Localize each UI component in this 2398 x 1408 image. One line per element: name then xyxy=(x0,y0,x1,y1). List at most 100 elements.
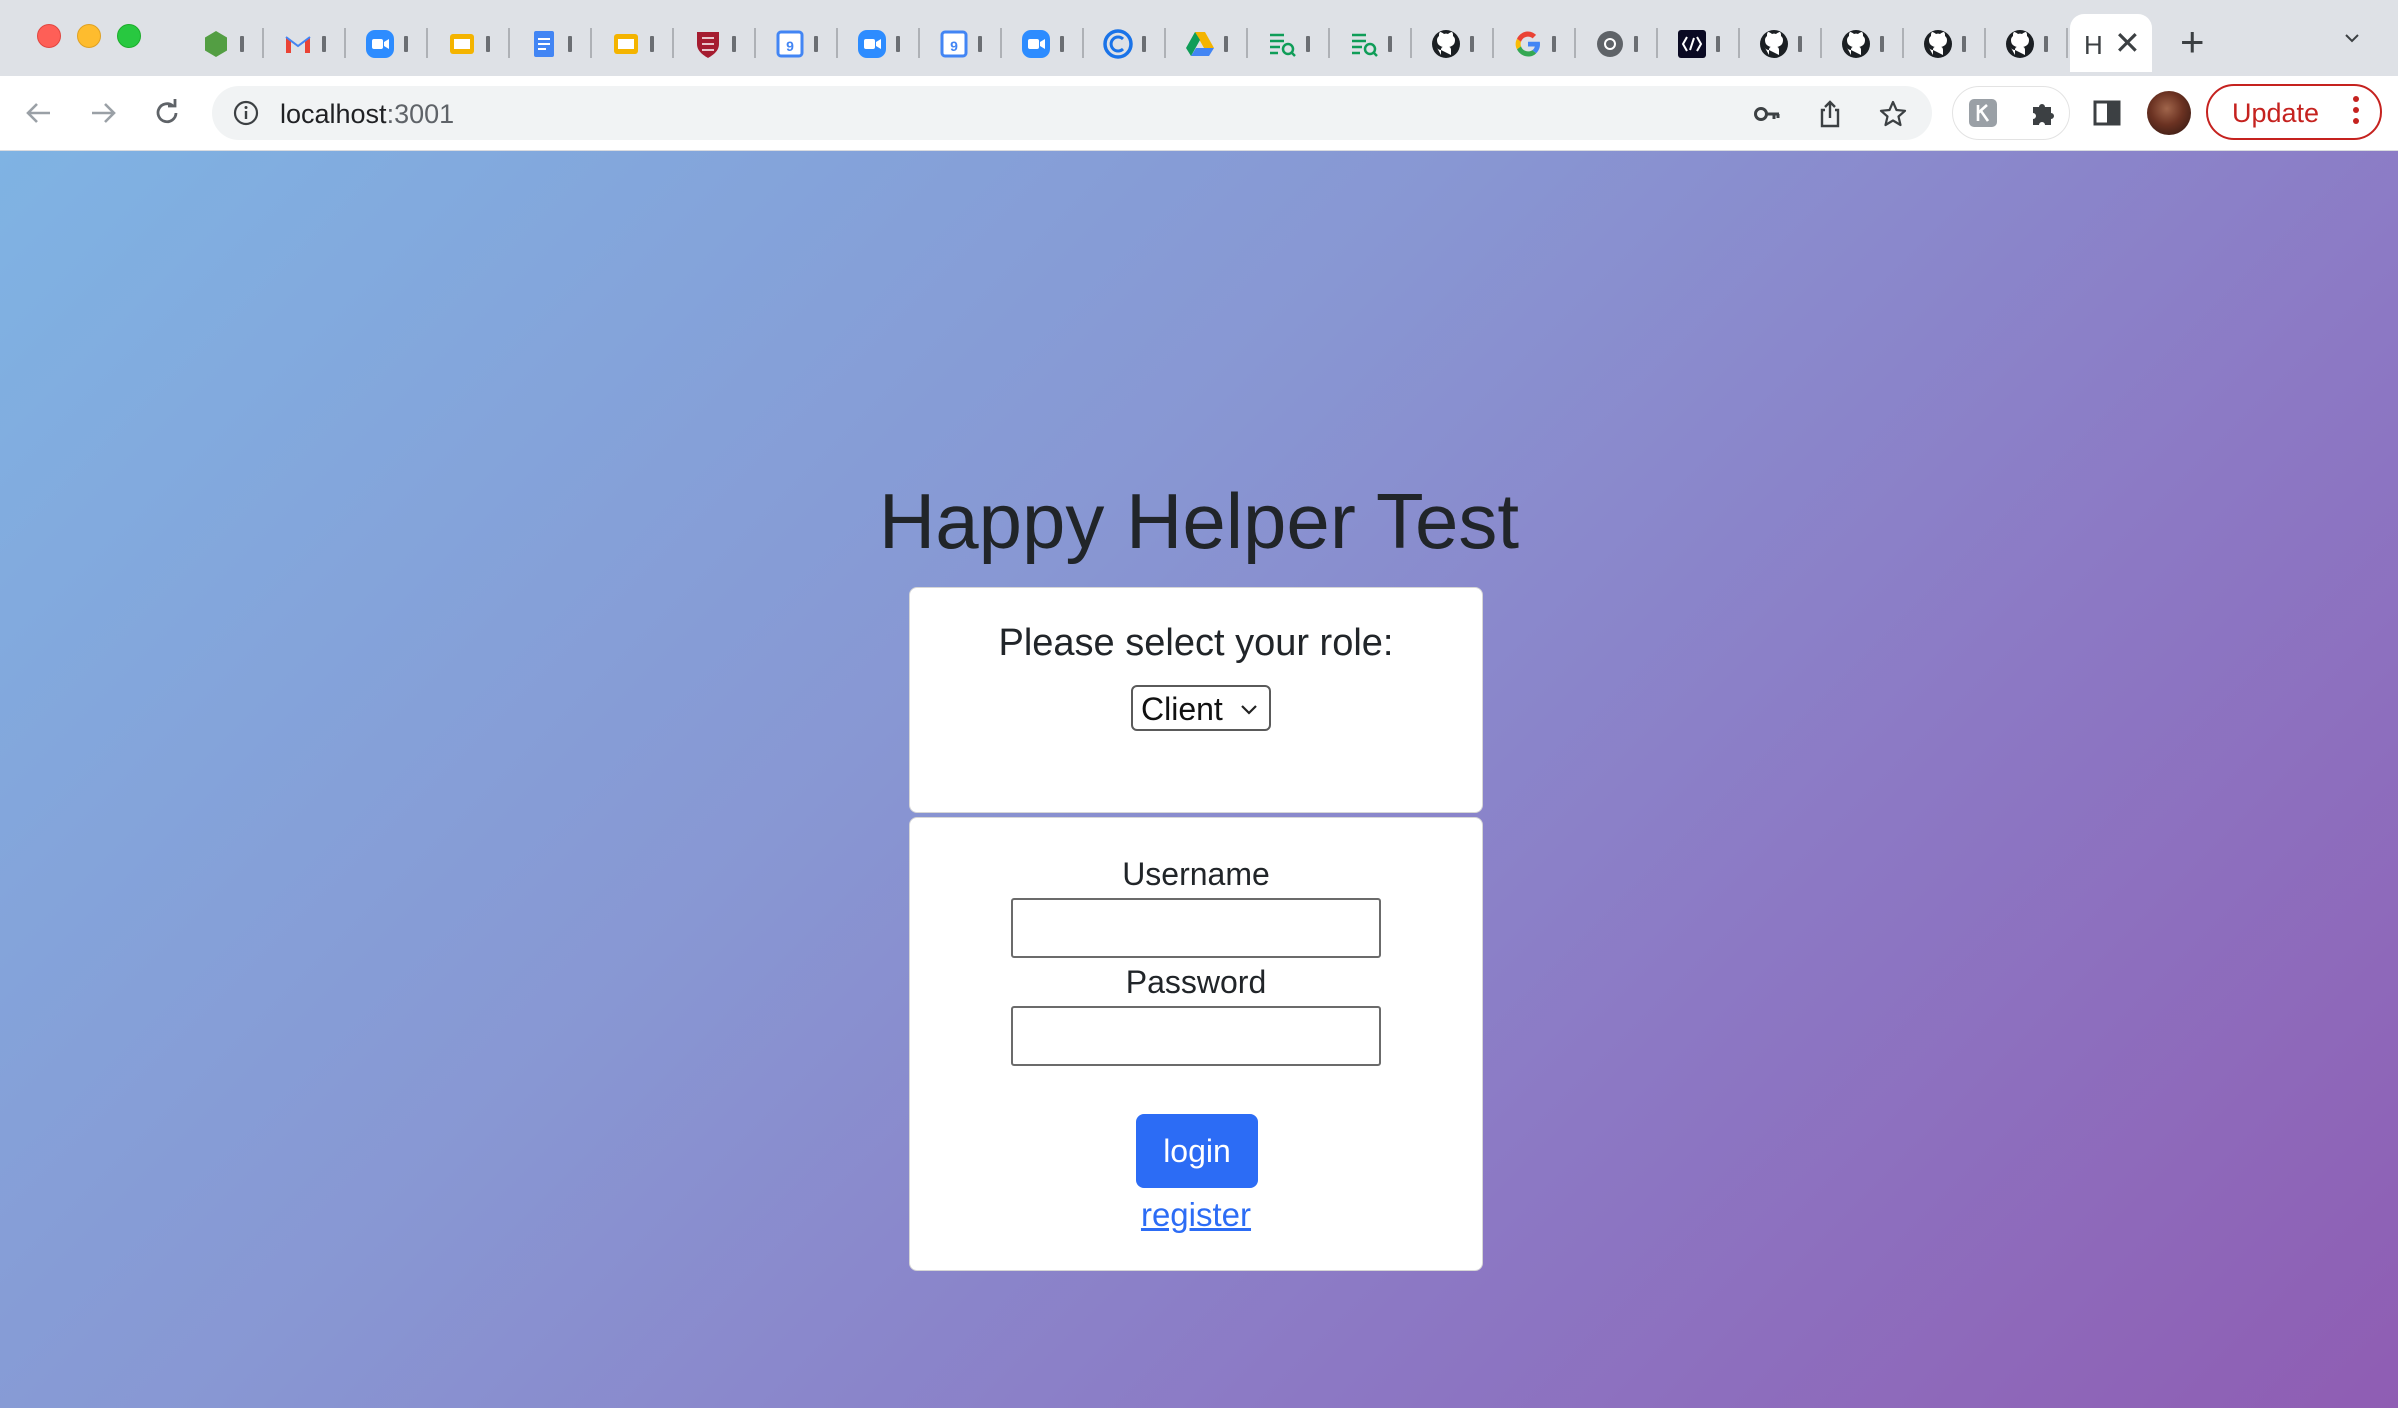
tab-github[interactable] xyxy=(1412,14,1494,72)
tab-calendar[interactable]: 9 xyxy=(920,14,1002,72)
url-host: localhost xyxy=(280,99,387,129)
tab-github[interactable] xyxy=(1904,14,1986,72)
extensions-group xyxy=(1952,86,2070,140)
tab-title-fragment xyxy=(1552,36,1556,52)
github-icon xyxy=(1758,28,1790,60)
tab-title-fragment xyxy=(240,36,244,52)
tab-c-circle[interactable] xyxy=(1084,14,1166,72)
tab-title-fragment xyxy=(1142,36,1146,52)
tab-zoom[interactable] xyxy=(346,14,428,72)
tab-title-fragment xyxy=(2044,36,2048,52)
url-text[interactable]: localhost:3001 xyxy=(280,99,454,130)
address-bar[interactable]: localhost:3001 xyxy=(212,86,1932,140)
tab-title-fragment xyxy=(1798,36,1802,52)
drive-icon xyxy=(1184,28,1216,60)
tab-title-fragment xyxy=(1962,36,1966,52)
tab-title: H xyxy=(2084,30,2103,60)
tab-calendar[interactable]: 9 xyxy=(756,14,838,72)
sheet-search-icon xyxy=(1266,28,1298,60)
kebab-menu-icon[interactable] xyxy=(2353,96,2359,129)
gmail-icon xyxy=(282,28,314,60)
calendar-icon: 9 xyxy=(774,28,806,60)
login-button[interactable]: login xyxy=(1136,1114,1258,1188)
google-icon xyxy=(1512,28,1544,60)
profile-avatar[interactable] xyxy=(2147,91,2191,135)
browser-toolbar: localhost:3001 Update xyxy=(0,76,2398,151)
password-field[interactable] xyxy=(1011,1006,1381,1066)
puzzle-extensions-icon[interactable] xyxy=(2027,97,2059,129)
update-label: Update xyxy=(2232,98,2320,128)
share-icon[interactable] xyxy=(1815,99,1845,129)
tab-zoom[interactable] xyxy=(1002,14,1084,72)
back-button[interactable] xyxy=(20,94,58,132)
svg-text:9: 9 xyxy=(786,38,794,54)
tab-title-fragment xyxy=(650,36,654,52)
tab-slides[interactable] xyxy=(592,14,674,72)
tab-sheet-search[interactable] xyxy=(1330,14,1412,72)
bookmark-star-icon[interactable] xyxy=(1878,99,1908,129)
tab-github[interactable] xyxy=(1740,14,1822,72)
tab-github[interactable] xyxy=(1822,14,1904,72)
tab-sheet-search[interactable] xyxy=(1248,14,1330,72)
url-port: :3001 xyxy=(386,99,455,129)
tab-title-fragment xyxy=(732,36,736,52)
tab-active[interactable]: H ✕ xyxy=(2070,14,2152,72)
new-tab-button[interactable]: + xyxy=(2180,18,2205,66)
forward-arrow-icon xyxy=(92,103,116,123)
tab-github[interactable] xyxy=(1986,14,2068,72)
tab-docs[interactable] xyxy=(510,14,592,72)
tab-gmail[interactable] xyxy=(264,14,346,72)
close-tab-icon[interactable]: ✕ xyxy=(2114,24,2141,62)
github-icon xyxy=(2004,28,2036,60)
tab-chrome[interactable] xyxy=(1576,14,1658,72)
calendar-icon: 9 xyxy=(938,28,970,60)
chevron-down-icon[interactable] xyxy=(2344,30,2360,46)
tab-title-fragment xyxy=(1716,36,1720,52)
sheet-search-icon xyxy=(1348,28,1380,60)
chevron-down-icon xyxy=(1241,705,1257,715)
tab-slides[interactable] xyxy=(428,14,510,72)
slides-icon xyxy=(446,28,478,60)
c-circle-icon xyxy=(1102,28,1134,60)
tab-title-fragment xyxy=(1470,36,1474,52)
tab-title-fragment xyxy=(486,36,490,52)
role-prompt: Please select your role: xyxy=(998,622,1394,664)
tab-harvard-shield[interactable] xyxy=(674,14,756,72)
minimize-window-button[interactable] xyxy=(77,24,101,48)
tab-divider xyxy=(2066,28,2068,58)
tab-google[interactable] xyxy=(1494,14,1576,72)
tab-drive[interactable] xyxy=(1166,14,1248,72)
tab-title-fragment xyxy=(1306,36,1310,52)
tab-devcode[interactable] xyxy=(1658,14,1740,72)
username-field[interactable] xyxy=(1011,898,1381,958)
tab-strip: 9 9 H ✕ + xyxy=(0,0,2398,76)
zoom-icon xyxy=(364,28,396,60)
tab-zoom[interactable] xyxy=(838,14,920,72)
close-window-button[interactable] xyxy=(37,24,61,48)
slides-icon xyxy=(610,28,642,60)
tab-title-fragment xyxy=(1224,36,1228,52)
forward-button[interactable] xyxy=(84,94,122,132)
harvard-shield-icon xyxy=(692,28,724,60)
tab-title-fragment xyxy=(404,36,408,52)
docs-icon xyxy=(528,28,560,60)
tab-green-hexagon[interactable] xyxy=(182,14,264,72)
role-card: Please select your role: Client xyxy=(909,587,1483,813)
tab-title-fragment xyxy=(1388,36,1392,52)
zoom-icon xyxy=(856,28,888,60)
reload-button[interactable] xyxy=(148,94,186,132)
register-link[interactable]: register xyxy=(910,1196,1482,1234)
update-button[interactable]: Update xyxy=(2206,84,2382,140)
site-info-icon[interactable] xyxy=(232,99,260,127)
role-select[interactable]: Client xyxy=(1131,685,1271,731)
password-label: Password xyxy=(1125,964,1267,1000)
extension-k-icon[interactable] xyxy=(1967,97,1999,129)
tab-title-fragment xyxy=(1880,36,1884,52)
green-hexagon-icon xyxy=(200,28,232,60)
tab-title-fragment xyxy=(1634,36,1638,52)
zoom-window-button[interactable] xyxy=(117,24,141,48)
side-panel-icon[interactable] xyxy=(2091,97,2123,129)
github-icon xyxy=(1840,28,1872,60)
key-icon[interactable] xyxy=(1752,99,1782,129)
page-title: Happy Helper Test xyxy=(878,477,1520,565)
